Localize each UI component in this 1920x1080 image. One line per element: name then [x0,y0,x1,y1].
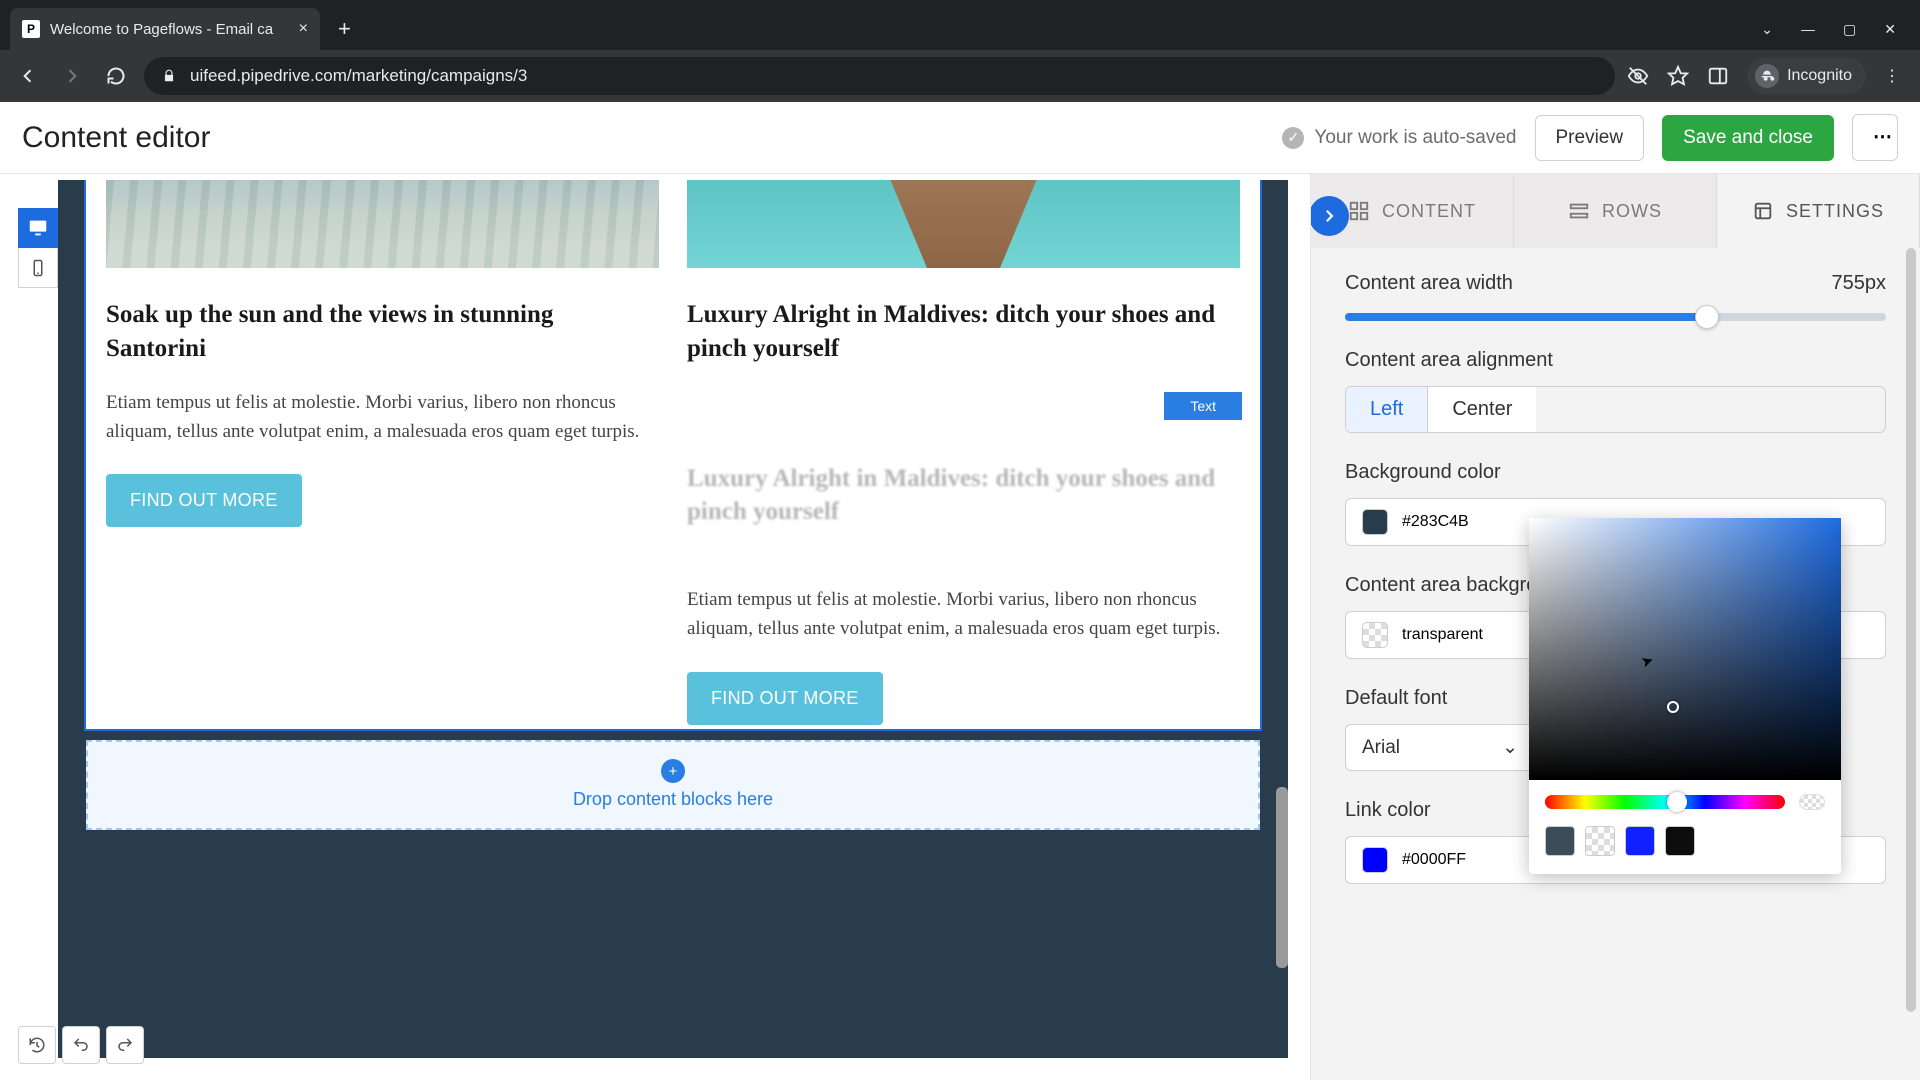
column-right[interactable]: Luxury Alright in Maldives: ditch your s… [687,180,1240,725]
preset-swatch[interactable] [1545,826,1575,856]
chevron-down-icon[interactable]: ⌄ [1761,21,1773,38]
block-type-badge: Text [1164,392,1242,420]
preset-swatch[interactable] [1625,826,1655,856]
column-left[interactable]: Soak up the sun and the views in stunnin… [106,180,659,725]
check-icon: ✓ [1282,127,1304,149]
app-header: Content editor ✓ Your work is auto-saved… [0,102,1920,174]
settings-panel: CONTENT ROWS SETTINGS Content area width… [1310,174,1920,1080]
tab-rows[interactable]: ROWS [1514,174,1717,248]
cta-button[interactable]: FIND OUT MORE [106,474,302,527]
color-value: #283C4B [1402,513,1469,531]
select-value: Arial [1362,737,1400,759]
email-row[interactable]: Soak up the sun and the views in stunnin… [86,180,1260,729]
autosave-label: Your work is auto-saved [1314,127,1516,149]
card-title[interactable]: Soak up the sun and the views in stunnin… [106,298,659,366]
color-picker-canvas[interactable]: ➤ [1529,518,1841,780]
color-value: #0000FF [1402,851,1466,869]
picker-cursor [1667,701,1679,713]
mobile-view-button[interactable] [18,248,58,288]
align-left-button[interactable]: Left [1346,387,1427,432]
maximize-icon[interactable]: ▢ [1843,21,1856,38]
color-picker-popover: ➤ [1529,518,1841,874]
favicon: P [22,20,40,38]
autosave-status: ✓ Your work is auto-saved [1282,127,1516,149]
preset-swatch[interactable] [1585,826,1615,856]
history-controls [18,1026,144,1064]
drop-zone[interactable]: + Drop content blocks here [86,740,1260,830]
kebab-menu-icon[interactable]: ⋮ [1884,66,1900,86]
color-swatch [1362,622,1388,648]
setting-label: Background color [1345,461,1886,484]
setting-alignment: Content area alignment Left Center [1345,349,1886,433]
redo-button[interactable] [106,1026,144,1064]
tab-label: CONTENT [1382,201,1476,222]
hero-image-maldives[interactable] [687,180,1240,268]
reload-button[interactable] [100,60,132,92]
minimize-icon[interactable]: ― [1801,21,1815,38]
hue-slider[interactable] [1545,795,1785,809]
viewport-switcher [18,208,58,288]
alpha-toggle[interactable] [1799,794,1825,810]
eye-off-icon[interactable] [1627,65,1649,87]
panel-icon[interactable] [1707,65,1729,87]
setting-value: 755px [1832,272,1887,295]
save-button[interactable]: Save and close [1662,115,1834,161]
collapse-panel-button[interactable] [1310,196,1349,236]
font-select[interactable]: Arial ⌄ [1345,724,1535,771]
address-bar: uifeed.pipedrive.com/marketing/campaigns… [0,50,1920,102]
card-body[interactable]: Etiam tempus ut felis at molestie. Morbi… [687,585,1240,644]
browser-tab[interactable]: P Welcome to Pageflows - Email ca × [10,8,320,50]
incognito-icon [1755,64,1779,88]
incognito-label: Incognito [1787,67,1852,85]
forward-button[interactable] [56,60,88,92]
canvas-scrollbar[interactable] [1276,500,1288,978]
url-text: uifeed.pipedrive.com/marketing/campaigns… [190,66,527,86]
setting-label: Content area alignment [1345,349,1886,372]
setting-label: Content area width [1345,272,1513,295]
width-slider[interactable] [1345,313,1886,321]
tab-label: ROWS [1602,201,1662,222]
back-button[interactable] [12,60,44,92]
browser-tab-strip: P Welcome to Pageflows - Email ca × + ⌄ … [0,0,1920,50]
canvas-outer: Soak up the sun and the views in stunnin… [58,180,1288,1058]
panel-scrollbar[interactable] [1904,248,1918,1078]
incognito-badge[interactable]: Incognito [1747,58,1866,94]
preview-button[interactable]: Preview [1535,115,1645,161]
url-field[interactable]: uifeed.pipedrive.com/marketing/campaigns… [144,57,1615,95]
card-title[interactable]: Luxury Alright in Maldives: ditch your s… [687,298,1240,366]
card-body[interactable]: Etiam tempus ut felis at molestie. Morbi… [106,388,659,447]
drop-zone-label: Drop content blocks here [573,789,773,810]
align-center-button[interactable]: Center [1427,387,1536,432]
close-window-icon[interactable]: ✕ [1884,21,1896,38]
tab-title: Welcome to Pageflows - Email ca [50,21,289,38]
color-swatch [1362,847,1388,873]
chevron-down-icon: ⌄ [1502,736,1518,759]
close-tab-icon[interactable]: × [299,20,308,38]
star-icon[interactable] [1667,65,1689,87]
setting-content-width: Content area width 755px [1345,272,1886,321]
cursor-icon: ➤ [1639,650,1657,671]
color-swatch [1362,509,1388,535]
cta-button[interactable]: FIND OUT MORE [687,672,883,725]
plus-circle-icon: + [661,759,685,783]
preset-swatch[interactable] [1665,826,1695,856]
page-title: Content editor [22,121,210,155]
tab-label: SETTINGS [1786,201,1884,222]
tab-settings[interactable]: SETTINGS [1717,174,1920,248]
hero-image-santorini[interactable] [106,180,659,268]
undo-button[interactable] [62,1026,100,1064]
new-tab-button[interactable]: + [320,16,369,50]
window-controls: ⌄ ― ▢ ✕ [1737,21,1920,50]
lock-icon [162,69,176,83]
color-value: transparent [1402,626,1483,644]
color-presets [1529,820,1841,860]
desktop-view-button[interactable] [18,208,58,248]
editor-canvas-wrap: Soak up the sun and the views in stunnin… [0,174,1310,1080]
history-button[interactable] [18,1026,56,1064]
ghost-duplicate-text: Luxury Alright in Maldives: ditch your s… [687,462,1240,530]
more-menu-button[interactable]: ⋯ [1852,114,1898,161]
